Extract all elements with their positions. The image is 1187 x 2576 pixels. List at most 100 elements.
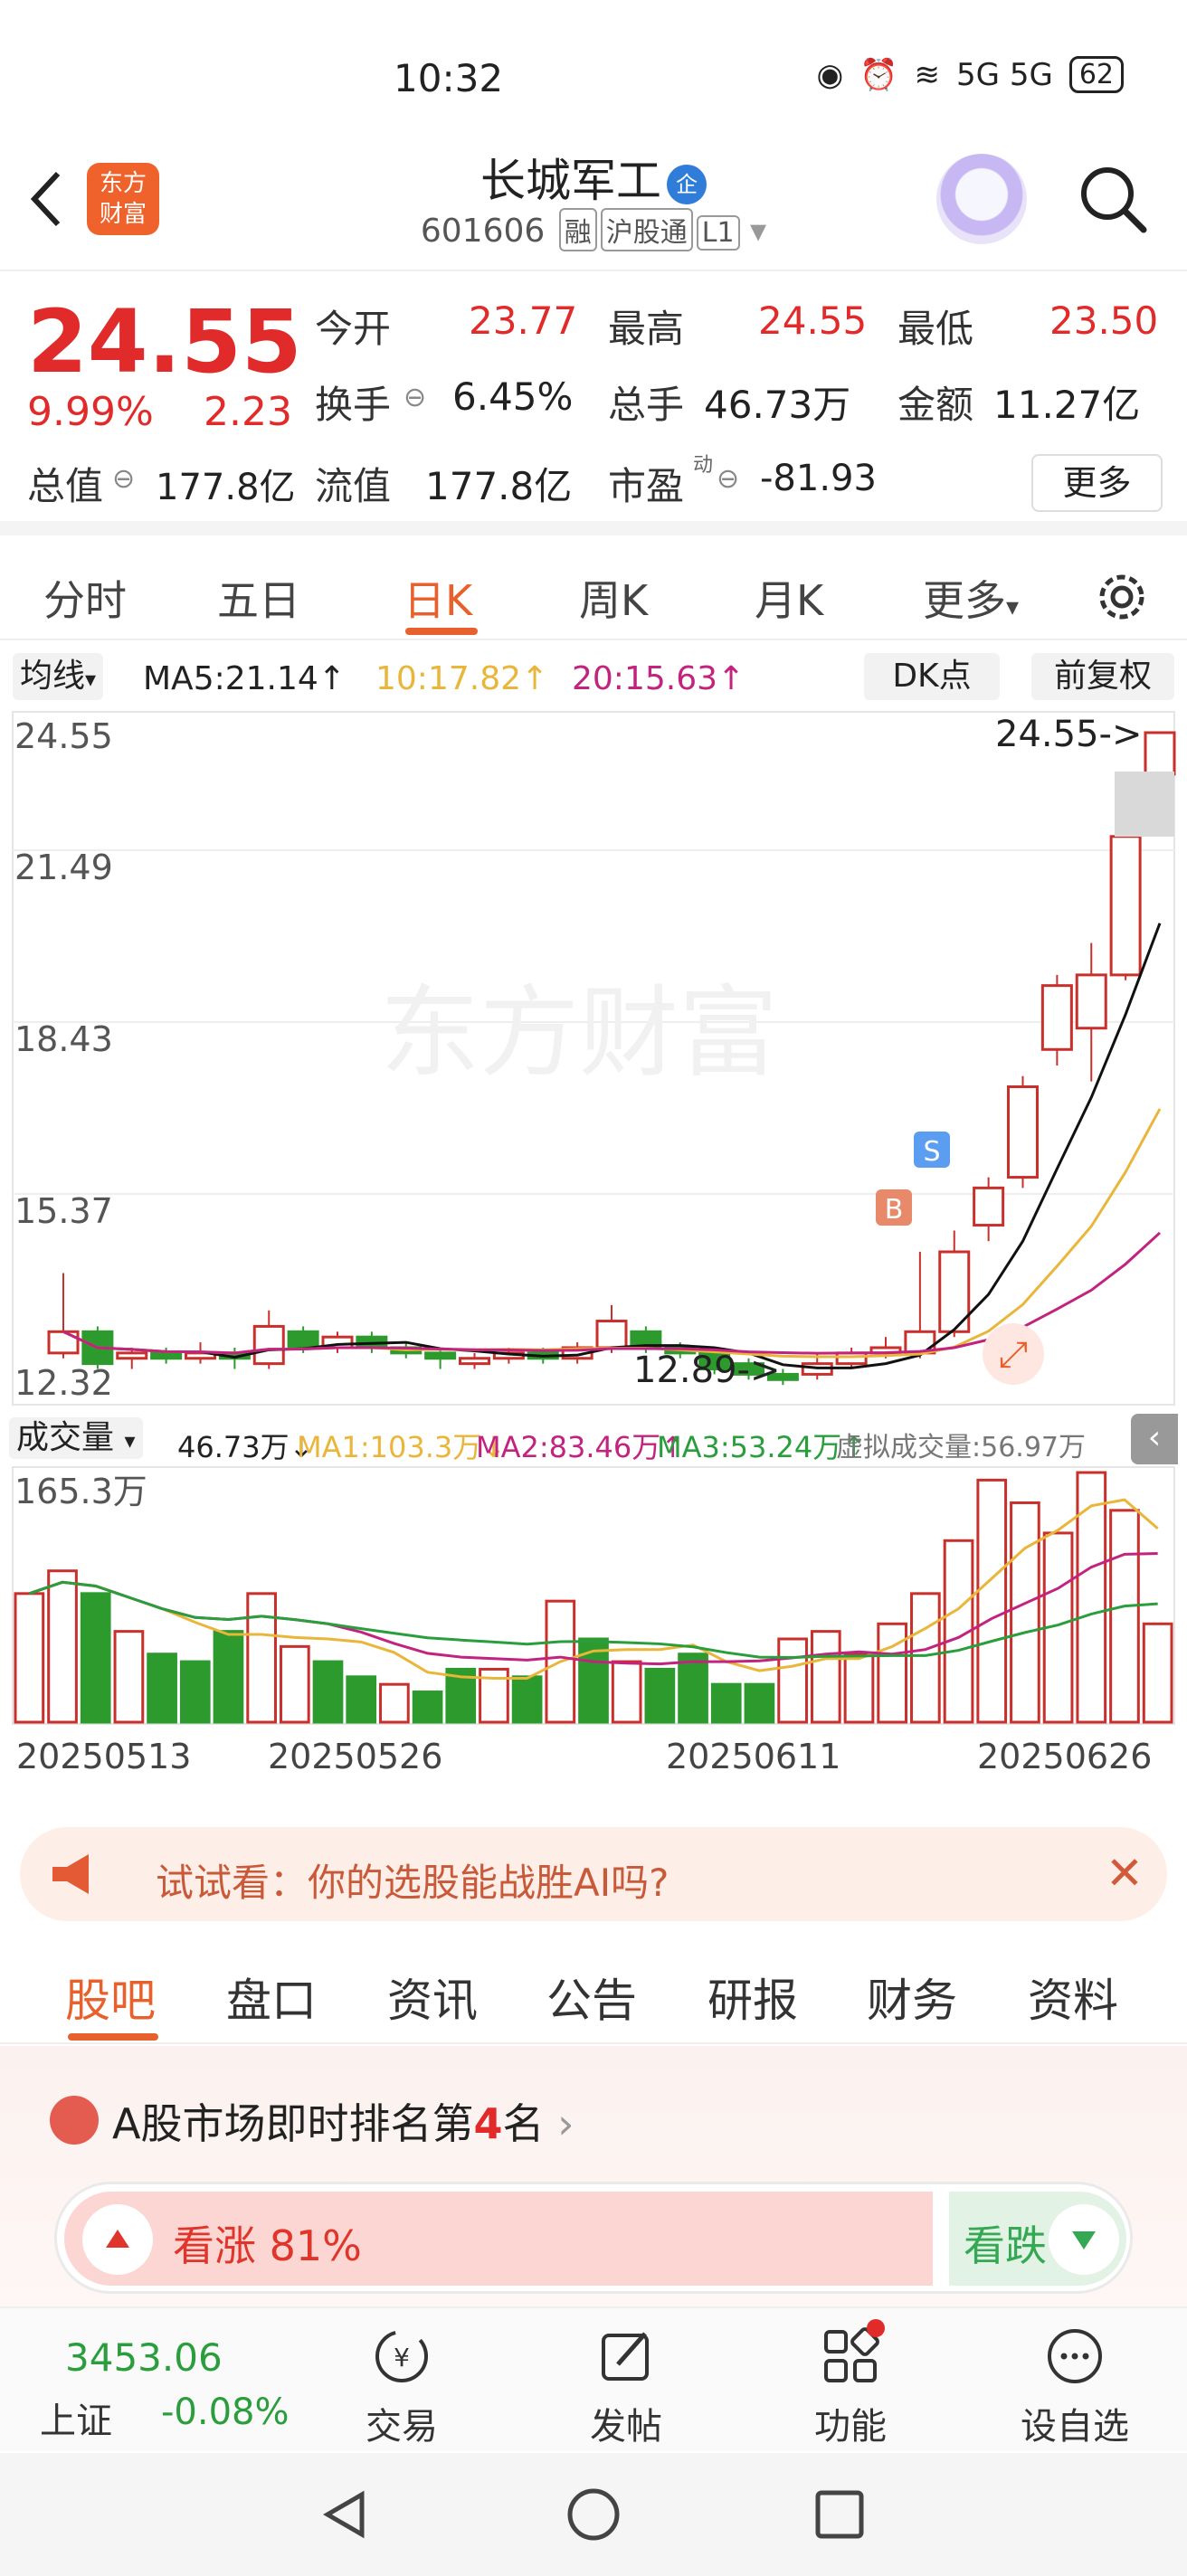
volume-bar[interactable]: [1142, 1622, 1173, 1724]
candle-body[interactable]: [835, 1351, 868, 1366]
promo-banner[interactable]: 试试看：你的选股能战胜AI吗? ✕: [20, 1827, 1167, 1921]
volume-bar[interactable]: [346, 1675, 377, 1724]
volume-bar[interactable]: [810, 1630, 841, 1724]
info-icon[interactable]: ⊖: [112, 463, 135, 495]
volume-bar[interactable]: [14, 1592, 45, 1724]
volume-bar[interactable]: [1076, 1471, 1107, 1724]
volume-bar[interactable]: [1010, 1501, 1040, 1724]
vote-bullish-button[interactable]: 看涨 81%: [64, 2192, 933, 2286]
tab-profile[interactable]: 资料: [1028, 1965, 1118, 2030]
dk-point-button[interactable]: DK点: [864, 653, 1000, 700]
svg-text:¥: ¥: [394, 2343, 410, 2372]
volume-bar[interactable]: [47, 1569, 78, 1724]
kline-chart[interactable]: 东方财富 24.55 21.49 18.43 15.37 12.32 24.55…: [0, 710, 1187, 1406]
tab-five-day[interactable]: 五日: [217, 568, 300, 628]
recents-nav-icon[interactable]: [814, 2489, 865, 2540]
tab-guba[interactable]: 股吧: [65, 1965, 156, 2030]
info-icon[interactable]: ⊖: [404, 382, 426, 413]
volume-bar[interactable]: [611, 1660, 642, 1724]
volume-bar[interactable]: [412, 1690, 443, 1724]
date-label: 20250526: [268, 1737, 443, 1776]
pe-superscript: 动: [693, 454, 714, 477]
info-icon[interactable]: ⊖: [717, 463, 739, 495]
amount-label: 金额: [897, 383, 974, 427]
candle-body[interactable]: [116, 1351, 148, 1360]
low-label: 最低: [897, 307, 974, 351]
turnover-value: 6.45%: [452, 374, 574, 419]
volume-bar[interactable]: [312, 1660, 344, 1724]
tab-research[interactable]: 研报: [707, 1965, 798, 2030]
tab-announcements[interactable]: 公告: [546, 1965, 637, 2030]
tab-intraday[interactable]: 分时: [43, 568, 127, 628]
candle-body[interactable]: [1109, 835, 1142, 977]
nav-trade[interactable]: ¥ 交易: [338, 2325, 465, 2449]
volume-bar[interactable]: [147, 1653, 177, 1724]
volume-bar[interactable]: [511, 1675, 543, 1724]
adjust-button[interactable]: 前复权: [1031, 653, 1174, 700]
volume-bar[interactable]: [379, 1682, 410, 1724]
vote-bearish-button[interactable]: 看跌: [949, 2192, 1126, 2286]
high-label: 最高: [608, 307, 685, 351]
chevron-down-icon[interactable]: ▾: [750, 213, 766, 250]
candle-body[interactable]: [1007, 1084, 1039, 1179]
candle-body[interactable]: [252, 1324, 285, 1366]
candle-body[interactable]: [1040, 984, 1073, 1051]
close-icon[interactable]: ✕: [1106, 1847, 1144, 1899]
collapse-panel-button[interactable]: ‹: [1131, 1414, 1178, 1464]
tab-weekly-k[interactable]: 周K: [579, 568, 648, 628]
ma-legend-row: 均线▾ MA5:21.14↑ 10:17.82↑ 20:15.63↑ DK点 前…: [0, 644, 1187, 707]
ma-select[interactable]: 均线▾: [13, 653, 104, 700]
volume-chart[interactable]: 165.3万: [0, 1465, 1187, 1728]
gear-icon[interactable]: [1093, 568, 1151, 626]
rank-link[interactable]: A股市场即时排名第4名 ›: [112, 2091, 575, 2151]
more-quote-button[interactable]: 更多: [1031, 454, 1163, 512]
tab-monthly-k[interactable]: 月K: [755, 568, 823, 628]
volume-bar[interactable]: [976, 1478, 1008, 1724]
level-tag[interactable]: L1: [696, 215, 740, 251]
nav-add-watchlist[interactable]: 设自选: [1011, 2325, 1138, 2449]
tab-daily-k[interactable]: 日K: [404, 568, 472, 628]
candle-body[interactable]: [1075, 973, 1107, 1030]
tab-more[interactable]: 更多▾: [923, 568, 1019, 628]
volume-bar[interactable]: [80, 1592, 111, 1724]
volume-bar[interactable]: [246, 1592, 277, 1724]
candle-body[interactable]: [424, 1351, 457, 1360]
volume-bar[interactable]: [777, 1637, 808, 1724]
volume-bar[interactable]: [910, 1592, 941, 1724]
tab-news[interactable]: 资讯: [387, 1965, 478, 2030]
volume-select[interactable]: 成交量 ▾: [9, 1417, 143, 1459]
enterprise-badge: 企: [667, 164, 707, 204]
search-icon[interactable]: [1077, 163, 1149, 235]
volume-bar[interactable]: [279, 1644, 310, 1724]
edit-icon: [602, 2332, 649, 2381]
volume-bar[interactable]: [213, 1630, 244, 1724]
nav-post[interactable]: 发帖: [563, 2325, 689, 2449]
date-label: 20250611: [666, 1737, 841, 1776]
candle-body[interactable]: [47, 1330, 80, 1355]
tab-pankou[interactable]: 盘口: [226, 1965, 317, 2030]
volume-bar[interactable]: [877, 1622, 908, 1724]
candle-body[interactable]: [595, 1320, 628, 1350]
candle-body[interactable]: [287, 1330, 319, 1350]
tab-active-indicator: [405, 628, 478, 635]
candle-body[interactable]: [459, 1357, 490, 1366]
volume-bar[interactable]: [644, 1667, 676, 1724]
volume-bar[interactable]: [710, 1682, 742, 1724]
candle-body[interactable]: [150, 1351, 183, 1360]
volume-bar[interactable]: [1109, 1509, 1140, 1724]
vote-bullish-label: 看涨 81%: [173, 2221, 362, 2270]
low-value: 23.50: [1049, 298, 1159, 343]
ai-robot-avatar[interactable]: [936, 154, 1027, 244]
arrow-down-icon: [1049, 2204, 1119, 2275]
home-nav-icon[interactable]: [565, 2487, 622, 2542]
candle-body[interactable]: [973, 1186, 1005, 1227]
volume-bar[interactable]: [843, 1653, 875, 1724]
back-nav-icon[interactable]: [318, 2487, 373, 2542]
tab-financials[interactable]: 财务: [867, 1965, 957, 2030]
volume-bar[interactable]: [179, 1660, 211, 1724]
volume-bar[interactable]: [744, 1682, 775, 1724]
volume-bar[interactable]: [678, 1653, 708, 1724]
candle-body[interactable]: [1144, 731, 1176, 776]
volume-bar[interactable]: [113, 1630, 145, 1724]
nav-functions[interactable]: 功能: [787, 2319, 914, 2449]
